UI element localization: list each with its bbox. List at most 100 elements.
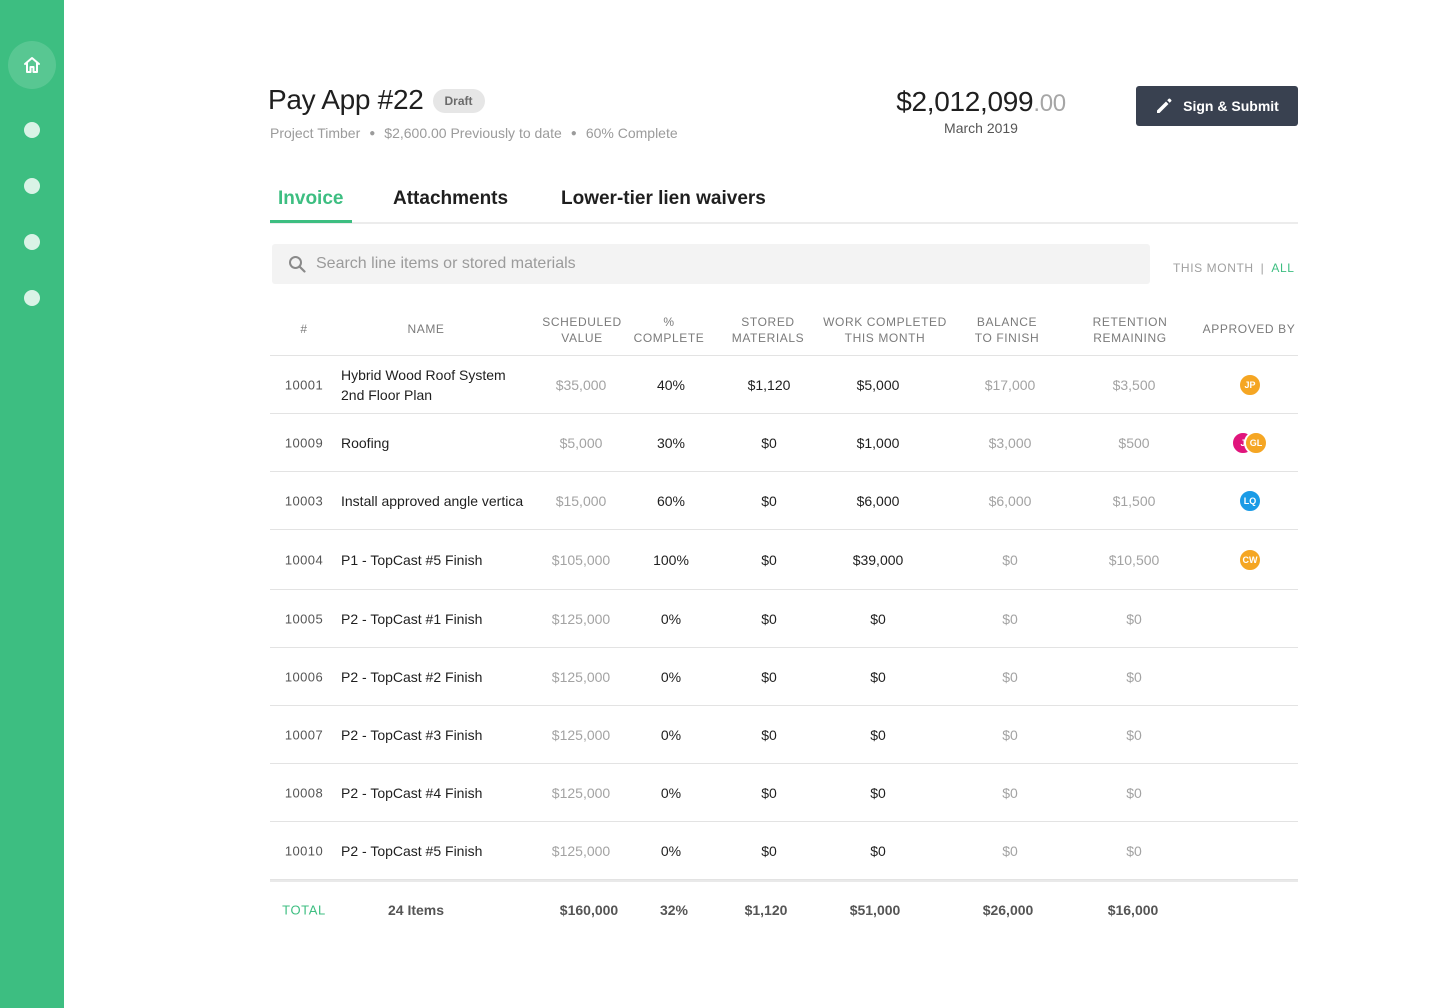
- row-retention-remaining: $1,500: [1112, 492, 1156, 509]
- total-stored: $1,120: [744, 902, 788, 918]
- table-row[interactable]: 10005 P2 - TopCast #1 Finish $125,000 0% $0 $…: [270, 590, 1298, 648]
- row-stored-materials: $0: [761, 842, 777, 859]
- row-number: 10001: [284, 377, 324, 392]
- filter-all[interactable]: ALL: [1271, 261, 1294, 275]
- row-number: 10010: [284, 843, 324, 858]
- row-retention-remaining: $500: [1118, 434, 1150, 451]
- row-balance-to-finish: $0: [1002, 668, 1018, 685]
- table-row[interactable]: 10009 Roofing $5,000 30% $0 $1,000 $3,000 $500 J…: [270, 414, 1298, 472]
- line-items-table: # NAME SCHEDULED VALUE % COMPLETE STORED MA…: [270, 300, 1298, 938]
- meta-separator: ●: [570, 127, 577, 139]
- previously-to-date: $2,600.00 Previously to date: [384, 125, 562, 141]
- sidebar-nav-dot-4[interactable]: [24, 290, 40, 306]
- approver-avatar[interactable]: GL: [1244, 430, 1268, 455]
- table-row[interactable]: 10003 Install approved angle vertica $15,0…: [270, 472, 1298, 530]
- sidebar-nav-dot-2[interactable]: [24, 178, 40, 194]
- row-number: 10006: [284, 669, 324, 684]
- search-bar: [272, 244, 1150, 284]
- row-number: 10009: [284, 435, 324, 450]
- row-percent-complete: 40%: [656, 376, 686, 393]
- sidebar-nav-dot-1[interactable]: [24, 122, 40, 138]
- row-retention-remaining: $3,500: [1112, 376, 1156, 393]
- row-stored-materials: $0: [761, 551, 777, 568]
- row-name: P2 - TopCast #3 Finish: [341, 726, 483, 743]
- total-scheduled: $160,000: [559, 902, 619, 918]
- tab-attachments[interactable]: Attachments: [393, 188, 508, 210]
- row-work-completed: $1,000: [856, 434, 900, 451]
- approver-avatar[interactable]: CW: [1238, 547, 1262, 572]
- total-amount: $2,012,099.00: [884, 86, 1078, 118]
- table-row[interactable]: 10010 P2 - TopCast #5 Finish $125,000 0% $0 $…: [270, 822, 1298, 880]
- row-balance-to-finish: $3,000: [988, 434, 1032, 451]
- header-line: STORED: [741, 315, 795, 329]
- filter-separator: |: [1260, 261, 1265, 275]
- filter-this-month[interactable]: THIS MONTH: [1173, 261, 1254, 275]
- header-line: MATERIALS: [731, 331, 805, 345]
- row-work-completed: $0: [870, 784, 886, 801]
- row-scheduled-value: $5,000: [559, 434, 603, 451]
- search-icon: [289, 256, 306, 273]
- row-name: Install approved angle vertica: [341, 492, 524, 509]
- row-work-completed: $0: [870, 842, 886, 859]
- row-percent-complete: 0%: [660, 668, 682, 685]
- row-number: 10004: [284, 552, 324, 567]
- row-scheduled-value: $105,000: [551, 551, 611, 568]
- table-header: # NAME SCHEDULED VALUE % COMPLETE STORED MA…: [270, 300, 1298, 356]
- row-balance-to-finish: $0: [1002, 842, 1018, 859]
- row-scheduled-value: $15,000: [555, 492, 607, 509]
- tab-invoice[interactable]: Invoice: [278, 188, 343, 210]
- row-name: Hybrid Wood Roof System 2nd Floor Plan: [341, 366, 506, 403]
- total-balance: $26,000: [982, 902, 1034, 918]
- search-input[interactable]: [316, 255, 1116, 273]
- row-work-completed: $0: [870, 726, 886, 743]
- sign-submit-button[interactable]: Sign & Submit: [1136, 86, 1298, 126]
- row-scheduled-value: $125,000: [551, 668, 611, 685]
- row-retention-remaining: $0: [1126, 842, 1142, 859]
- table-row[interactable]: 10006 P2 - TopCast #2 Finish $125,000 0% $0 $…: [270, 648, 1298, 706]
- row-retention-remaining: $0: [1126, 726, 1142, 743]
- row-name: P2 - TopCast #4 Finish: [341, 784, 483, 801]
- amount-summary: $2,012,099.00 March 2019: [884, 86, 1078, 136]
- header-number: #: [300, 322, 308, 336]
- active-tab-indicator: [270, 220, 352, 223]
- row-percent-complete: 0%: [660, 784, 682, 801]
- row-scheduled-value: $125,000: [551, 610, 611, 627]
- row-name: P1 - TopCast #5 Finish: [341, 551, 483, 568]
- row-stored-materials: $0: [761, 492, 777, 509]
- header-retention-remaining: RETENTION REMAINING: [1093, 314, 1168, 346]
- approver-avatar[interactable]: JP: [1238, 372, 1262, 397]
- page-title: Pay App #22: [268, 84, 424, 115]
- row-name: P2 - TopCast #1 Finish: [341, 610, 483, 627]
- header-line: WORK COMPLETED: [823, 315, 947, 329]
- total-items: 24 Items: [387, 902, 445, 918]
- row-scheduled-value: $125,000: [551, 784, 611, 801]
- sidebar-nav-dot-3[interactable]: [24, 234, 40, 250]
- table-row[interactable]: 10007 P2 - TopCast #3 Finish $125,000 0% $0 $…: [270, 706, 1298, 764]
- row-retention-remaining: $0: [1126, 784, 1142, 801]
- project-name: Project Timber: [270, 125, 361, 141]
- row-percent-complete: 0%: [660, 610, 682, 627]
- row-work-completed: $6,000: [856, 492, 900, 509]
- header-line: VALUE: [561, 331, 603, 345]
- tab-lien-waivers[interactable]: Lower-tier lien waivers: [561, 188, 766, 210]
- table-row[interactable]: 10004 P1 - TopCast #5 Finish $105,000 100% $…: [270, 530, 1298, 590]
- approver-avatar[interactable]: LQ: [1238, 488, 1262, 513]
- row-number: 10003: [284, 493, 324, 508]
- header-line: THIS MONTH: [844, 331, 926, 345]
- row-work-completed: $5,000: [856, 376, 900, 393]
- pencil-icon: [1157, 98, 1172, 113]
- total-label: TOTAL: [282, 902, 326, 918]
- table-row[interactable]: 10008 P2 - TopCast #4 Finish $125,000 0% $0 $…: [270, 764, 1298, 822]
- table-row[interactable]: 10001 Hybrid Wood Roof System 2nd Floor P…: [270, 356, 1298, 414]
- table-footer: TOTAL 24 Items $160,000 32% $1,120 $51,0…: [270, 880, 1298, 938]
- header-line: COMPLETE: [633, 331, 705, 345]
- row-work-completed: $39,000: [852, 551, 904, 568]
- home-button[interactable]: [8, 41, 56, 89]
- row-work-completed: $0: [870, 610, 886, 627]
- row-percent-complete: 0%: [660, 726, 682, 743]
- row-stored-materials: $0: [761, 668, 777, 685]
- row-balance-to-finish: $0: [1002, 784, 1018, 801]
- header-line: REMAINING: [1093, 331, 1167, 345]
- row-stored-materials: $0: [761, 434, 777, 451]
- amount-date: March 2019: [944, 120, 1018, 136]
